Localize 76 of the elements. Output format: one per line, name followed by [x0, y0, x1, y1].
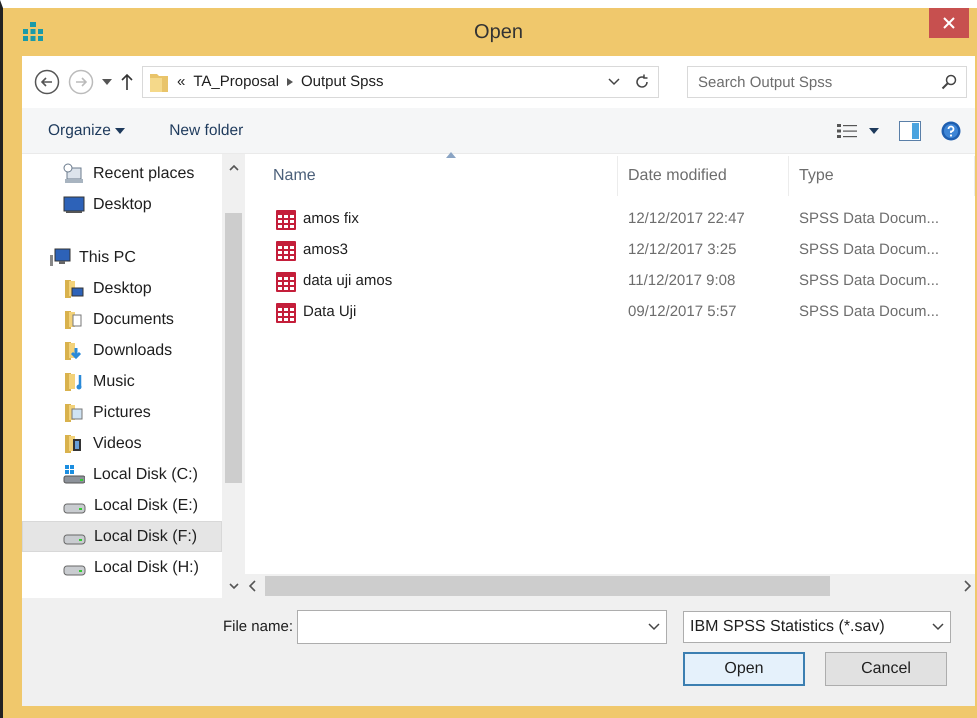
sidebar-item[interactable]: Documents	[22, 304, 222, 335]
back-icon[interactable]	[34, 69, 60, 95]
sidebar-item[interactable]: Local Disk (E:)	[22, 490, 222, 521]
help-icon[interactable]	[941, 120, 961, 140]
type-cell-text: SPSS Data Docum...	[798, 302, 940, 322]
spreadsheet-icon	[275, 240, 297, 262]
type-cell-text: SPSS Data Docum...	[798, 209, 940, 230]
scroll-up-icon[interactable]	[228, 164, 238, 171]
sidebar-item[interactable]: Desktop	[22, 189, 222, 220]
file-name-cell[interactable]: amos3	[245, 239, 618, 262]
folder-icon	[63, 278, 85, 299]
sidebar-item[interactable]: Music	[22, 366, 222, 397]
caret-icon[interactable]	[608, 78, 620, 86]
view-list-icon[interactable]	[837, 122, 859, 138]
column-header[interactable]: Type	[789, 156, 975, 196]
file-name-cell[interactable]: data uji amos	[245, 270, 618, 293]
sort-arrow-icon	[446, 152, 456, 158]
file-name-field[interactable]	[297, 610, 667, 644]
dropdown-icon[interactable]	[102, 79, 112, 85]
drive-icon	[63, 503, 86, 514]
computer-icon	[49, 247, 71, 268]
caret-icon[interactable]	[869, 128, 879, 134]
date-cell-text: 09/12/2017 5:57	[627, 302, 738, 322]
folder-icon	[149, 71, 169, 93]
file-name-label: File name:	[222, 616, 293, 637]
file-type-dropdown[interactable]: IBM SPSS Statistics (*.sav)	[683, 611, 951, 643]
caret-icon	[932, 623, 944, 631]
sidebar-item[interactable]: Videos	[22, 428, 222, 459]
scrollbar-thumb[interactable]	[225, 213, 242, 483]
drive-icon	[63, 565, 86, 576]
caret-icon	[115, 128, 126, 134]
breadcrumb[interactable]: TA_Proposal	[193, 70, 279, 94]
recent-places-icon	[63, 163, 85, 184]
folder-icon	[63, 402, 85, 423]
search-icon[interactable]	[941, 74, 957, 90]
sidebar-item[interactable]: Local Disk (C:)	[22, 459, 222, 490]
type-cell-text: SPSS Data Docum...	[798, 240, 940, 260]
chevron-icon	[286, 78, 293, 86]
search-field[interactable]: Search Output Spss	[687, 66, 967, 98]
type-cell-text: SPSS Data Docum...	[798, 271, 940, 292]
spreadsheet-icon	[275, 270, 297, 292]
refresh-icon[interactable]	[634, 74, 650, 90]
sidebar-item[interactable]: This PC	[22, 242, 222, 273]
close-button[interactable]	[929, 8, 969, 38]
organize-button[interactable]: Organize	[36, 116, 138, 144]
caret-icon	[648, 623, 660, 631]
drive-icon	[63, 534, 86, 545]
column-header[interactable]: Name	[245, 156, 618, 196]
sidebar-item[interactable]: Pictures	[22, 397, 222, 428]
address-bar[interactable]: « TA_Proposal Output Spss	[142, 66, 659, 98]
spreadsheet-icon	[275, 208, 297, 230]
scroll-down-icon[interactable]	[228, 583, 238, 590]
file-name-cell[interactable]: Data Uji	[245, 301, 618, 324]
file-name-cell[interactable]: amos fix	[245, 208, 618, 231]
new-folder-button[interactable]: New folder	[157, 116, 256, 144]
sidebar-item[interactable]: Recent places	[22, 158, 222, 189]
sidebar-item[interactable]: Downloads	[22, 335, 222, 366]
date-cell-text: 11/12/2017 9:08	[627, 271, 736, 292]
path-overflow[interactable]: «	[177, 70, 186, 94]
sidebar-item[interactable]: Desktop	[22, 273, 222, 304]
spreadsheet-icon	[275, 302, 297, 324]
breadcrumb[interactable]: Output Spss	[300, 70, 384, 94]
preview-pane-icon[interactable]	[899, 120, 921, 140]
open-button[interactable]: Open	[683, 652, 805, 686]
column-header[interactable]: Date modified	[618, 156, 789, 196]
system-drive-icon	[63, 464, 85, 485]
close-icon	[943, 17, 955, 29]
monitor-icon	[63, 194, 85, 215]
date-cell-text: 12/12/2017 22:47	[627, 209, 746, 230]
date-cell-text: 12/12/2017 3:25	[627, 240, 738, 260]
sidebar-item[interactable]: Local Disk (F:)	[22, 521, 222, 552]
cancel-button[interactable]: Cancel	[825, 652, 947, 686]
sidebar-item[interactable]: Local Disk (H:)	[22, 552, 222, 583]
window-title: Open	[473, 20, 524, 45]
scrollbar-thumb[interactable]	[265, 576, 830, 596]
up-arrow-icon[interactable]	[120, 73, 134, 91]
